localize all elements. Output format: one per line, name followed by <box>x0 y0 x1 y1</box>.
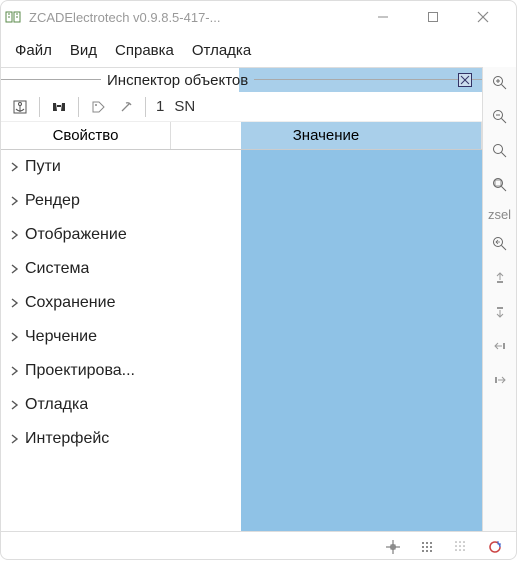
menubar: Файл Вид Справка Отладка <box>1 33 516 67</box>
chevron-right-icon <box>9 162 21 172</box>
binoculars-icon[interactable] <box>48 96 70 118</box>
view-bottom-icon[interactable] <box>486 300 514 324</box>
grid-snap-icon[interactable] <box>416 536 438 558</box>
column-header-property[interactable]: Свойство <box>1 122 171 149</box>
chevron-right-icon <box>9 264 21 274</box>
zoom-fit-icon[interactable] <box>486 139 514 163</box>
menu-debug[interactable]: Отладка <box>192 42 251 59</box>
refresh-icon[interactable] <box>484 536 506 558</box>
toolbar-sn[interactable]: SN <box>172 98 197 115</box>
tree-row-drafting[interactable]: Черчение <box>1 320 171 354</box>
zsel-label[interactable]: zsel <box>488 207 511 222</box>
tree-row-design[interactable]: Проектирова... <box>1 354 171 388</box>
close-button[interactable] <box>468 2 498 32</box>
chevron-right-icon <box>9 366 21 376</box>
object-inspector-panel: Инспектор объектов 1 SN Свойство Значени… <box>1 67 482 531</box>
chevron-right-icon <box>9 434 21 444</box>
tree-row-render[interactable]: Рендер <box>1 184 171 218</box>
view-left-icon[interactable] <box>486 334 514 358</box>
tree-row-save[interactable]: Сохранение <box>1 286 171 320</box>
tree-row-display[interactable]: Отображение <box>1 218 171 252</box>
inspector-header: Инспектор объектов <box>1 68 482 92</box>
window-title: ZCADElectrotech v0.9.8.5-417-... <box>29 10 368 25</box>
app-icon <box>5 9 23 25</box>
pickaxe-icon[interactable] <box>115 96 137 118</box>
menu-help[interactable]: Справка <box>115 42 174 59</box>
maximize-button[interactable] <box>418 2 448 32</box>
grid-dots-icon[interactable] <box>450 536 472 558</box>
zoom-all-icon[interactable] <box>486 173 514 197</box>
anchor-icon[interactable] <box>9 96 31 118</box>
inspector-title: Инспектор объектов <box>101 72 254 89</box>
view-top-icon[interactable] <box>486 266 514 290</box>
grid-header: Свойство Значение <box>1 122 482 150</box>
tree-row-debug[interactable]: Отладка <box>1 388 171 422</box>
minimize-button[interactable] <box>368 2 398 32</box>
tree-row-paths[interactable]: Пути <box>1 150 171 184</box>
tree-row-system[interactable]: Система <box>1 252 171 286</box>
zoom-previous-icon[interactable] <box>486 232 514 256</box>
column-header-value[interactable]: Значение <box>171 122 482 149</box>
tree-row-interface[interactable]: Интерфейс <box>1 422 171 456</box>
property-tree: Пути Рендер Отображение Система Сохранен… <box>1 150 171 456</box>
inspector-close-icon[interactable] <box>458 73 472 87</box>
property-grid: Свойство Значение Пути Рендер Отображени… <box>1 122 482 531</box>
tag-icon[interactable] <box>87 96 109 118</box>
titlebar: ZCADElectrotech v0.9.8.5-417-... <box>1 1 516 33</box>
chevron-right-icon <box>9 230 21 240</box>
chevron-right-icon <box>9 400 21 410</box>
chevron-right-icon <box>9 298 21 308</box>
menu-view[interactable]: Вид <box>70 42 97 59</box>
zoom-in-icon[interactable] <box>486 71 514 95</box>
statusbar <box>1 531 516 561</box>
chevron-right-icon <box>9 332 21 342</box>
menu-file[interactable]: Файл <box>15 42 52 59</box>
zoom-out-icon[interactable] <box>486 105 514 129</box>
inspector-toolbar: 1 SN <box>1 92 482 122</box>
right-toolbar: zsel <box>482 67 516 531</box>
view-right-icon[interactable] <box>486 368 514 392</box>
value-column-selection <box>241 150 482 531</box>
crosshair-icon[interactable] <box>382 536 404 558</box>
chevron-right-icon <box>9 196 21 206</box>
toolbar-number[interactable]: 1 <box>154 98 166 115</box>
